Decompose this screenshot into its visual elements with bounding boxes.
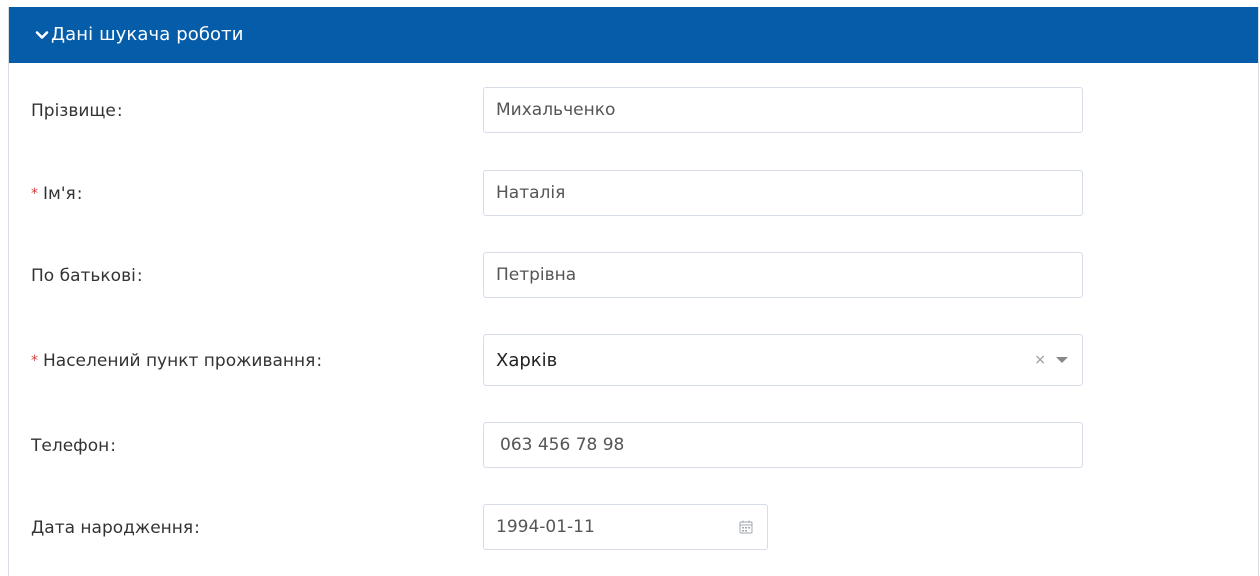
surname-row: Прізвище: Михальченко: [9, 87, 1258, 135]
birth-date-value: 1994-01-11: [496, 517, 595, 537]
surname-label: Прізвище:: [31, 101, 123, 121]
city-value: Харків: [496, 349, 558, 371]
birth-date-input[interactable]: 1994-01-11: [483, 504, 768, 550]
required-marker: *: [31, 353, 38, 369]
calendar-icon[interactable]: [739, 520, 753, 534]
surname-input[interactable]: Михальченко: [483, 87, 1083, 133]
chevron-down-icon: [35, 28, 49, 42]
first-name-input[interactable]: Наталія: [483, 170, 1083, 216]
first-name-value: Наталія: [496, 183, 566, 203]
caret-down-icon[interactable]: [1056, 357, 1068, 363]
required-marker: *: [31, 186, 38, 202]
patronymic-value: Петрівна: [496, 265, 577, 285]
city-label: * Населений пункт проживання:: [31, 351, 323, 371]
first-name-label: * Ім'я:: [31, 184, 83, 204]
phone-row: Телефон: 063 456 78 98: [9, 422, 1258, 470]
phone-value: 063 456 78 98: [500, 435, 625, 455]
phone-label: Телефон:: [31, 436, 116, 456]
birth-date-row: Дата народження: 1994-01-11: [9, 504, 1258, 552]
job-seeker-panel: Дані шукача роботи Прізвище: Михальченко…: [8, 7, 1259, 576]
patronymic-row: По батькові: Петрівна: [9, 252, 1258, 300]
city-select[interactable]: Харків ×: [483, 334, 1083, 386]
patronymic-input[interactable]: Петрівна: [483, 252, 1083, 298]
clear-icon[interactable]: ×: [1034, 352, 1046, 368]
city-row: * Населений пункт проживання: Харків ×: [9, 334, 1258, 388]
first-name-row: * Ім'я: Наталія: [9, 170, 1258, 218]
patronymic-label: По батькові:: [31, 266, 143, 286]
panel-title: Дані шукача роботи: [51, 24, 244, 45]
phone-input[interactable]: 063 456 78 98: [483, 422, 1083, 468]
surname-value: Михальченко: [496, 100, 616, 120]
panel-header-toggle[interactable]: Дані шукача роботи: [9, 7, 1258, 63]
birth-date-label: Дата народження:: [31, 518, 200, 538]
